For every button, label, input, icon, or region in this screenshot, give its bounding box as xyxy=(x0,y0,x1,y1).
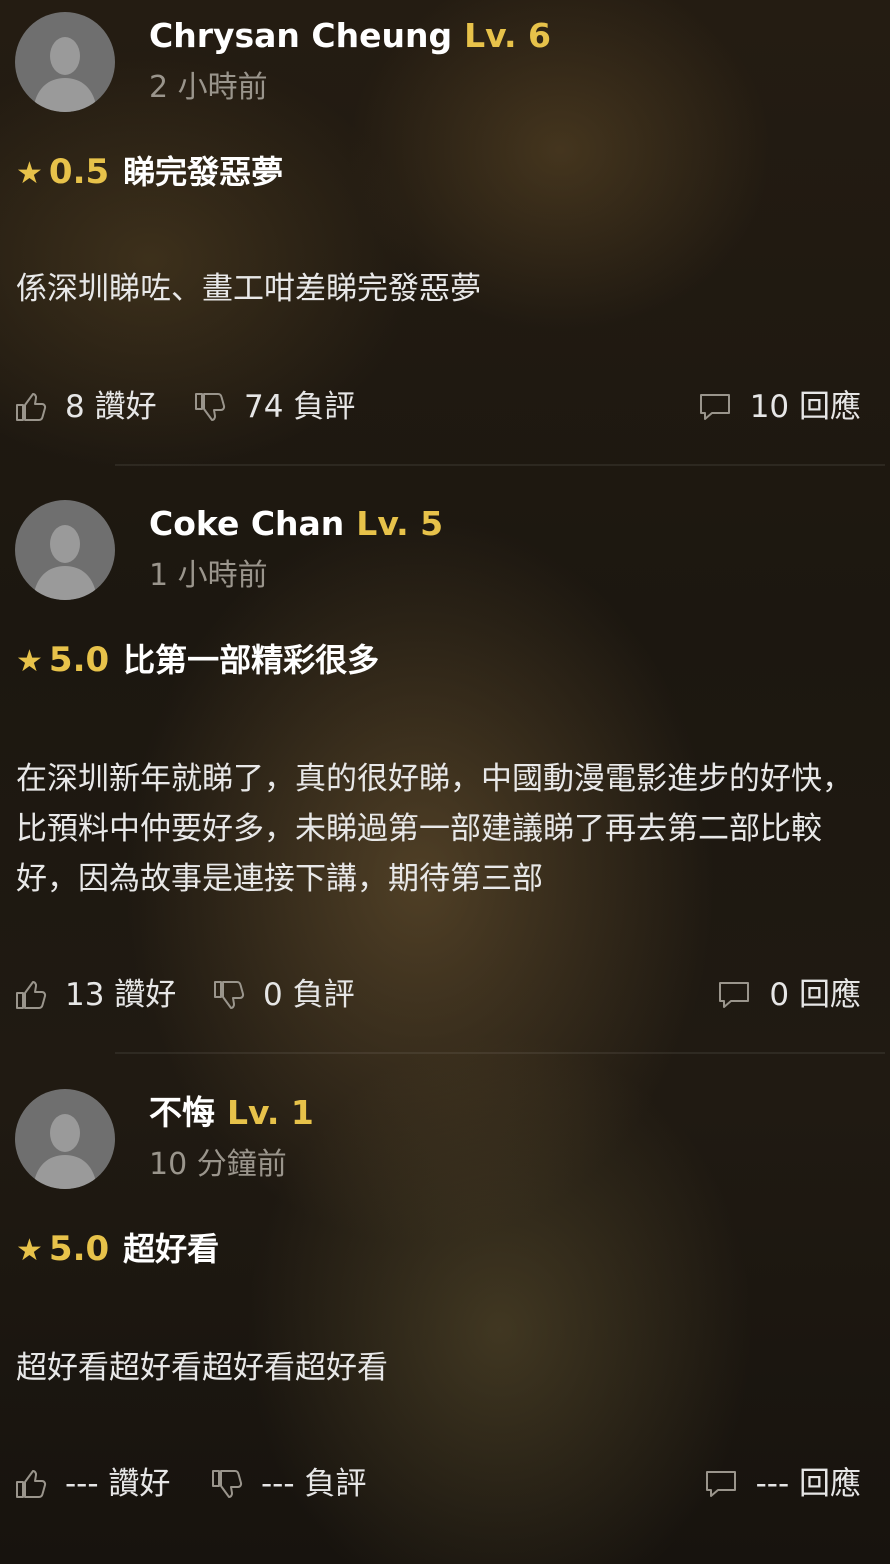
divider xyxy=(115,1052,885,1054)
user-level-badge: Lv. 1 xyxy=(227,1093,314,1132)
thumbs-down-icon xyxy=(214,981,245,1009)
like-button[interactable]: 8 讚好 xyxy=(15,385,157,429)
post-time: 1 小時前 xyxy=(149,558,268,593)
reply-count: 10 回應 xyxy=(749,389,861,425)
review-body[interactable]: 超好看超好看超好看超好看 xyxy=(16,1343,866,1393)
review-body[interactable]: 在深圳新年就睇了，真的很好睇，中國動漫電影進步的好快，比預料中仲要好多，未睇過第… xyxy=(16,754,866,904)
speech-bubble-icon xyxy=(699,394,730,420)
review-headline: 超好看 xyxy=(123,1230,220,1268)
avatar[interactable] xyxy=(15,12,115,112)
reply-button[interactable]: 0 回應 xyxy=(717,973,861,1017)
rating-line: ★ 5.0 比第一部精彩很多 xyxy=(16,638,379,684)
post-time: 2 小時前 xyxy=(149,70,268,105)
rating-score: 0.5 xyxy=(48,152,110,192)
user-name[interactable]: Chrysan Cheung xyxy=(149,16,452,55)
star-icon: ★ xyxy=(16,644,43,679)
like-count: 8 讚好 xyxy=(65,389,157,425)
review-headline: 比第一部精彩很多 xyxy=(123,641,380,679)
avatar[interactable] xyxy=(15,500,115,600)
reply-count: --- 回應 xyxy=(755,1466,861,1502)
review-actions: 13 讚好 0 負評 0 回應 xyxy=(0,973,890,1017)
user-level-badge: Lv. 5 xyxy=(356,504,444,543)
rating-score: 5.0 xyxy=(48,1229,110,1269)
review-headline: 睇完發惡夢 xyxy=(123,153,284,191)
user-line: Coke Chan Lv. 5 xyxy=(149,502,443,546)
rating-line: ★ 5.0 超好看 xyxy=(16,1227,219,1273)
dislike-count: 74 負評 xyxy=(244,389,356,425)
divider xyxy=(115,464,885,466)
default-avatar-icon xyxy=(33,1114,97,1189)
review-card: Chrysan Cheung Lv. 6 2 小時前 ★ 0.5 睇完發惡夢 係深圳睇… xyxy=(0,0,890,465)
dislike-button[interactable]: 0 負評 xyxy=(213,973,355,1017)
like-button[interactable]: 13 讚好 xyxy=(15,973,176,1017)
post-time: 10 分鐘前 xyxy=(149,1147,287,1182)
default-avatar-icon xyxy=(33,525,97,600)
like-button[interactable]: --- 讚好 xyxy=(15,1462,170,1506)
rating-score: 5.0 xyxy=(48,640,110,680)
dislike-button[interactable]: --- 負評 xyxy=(211,1462,366,1506)
star-icon: ★ xyxy=(16,1233,43,1268)
avatar[interactable] xyxy=(15,1089,115,1189)
user-line: Chrysan Cheung Lv. 6 xyxy=(149,14,551,58)
reply-count: 0 回應 xyxy=(769,977,861,1013)
user-name[interactable]: 不悔 xyxy=(149,1093,215,1132)
thumbs-up-icon xyxy=(16,981,47,1009)
user-name[interactable]: Coke Chan xyxy=(149,504,344,543)
review-body[interactable]: 係深圳睇咗、畫工咁差睇完發惡夢 xyxy=(16,264,866,314)
thumbs-down-icon xyxy=(195,393,226,421)
reply-button[interactable]: 10 回應 xyxy=(698,385,861,429)
thumbs-down-icon xyxy=(212,1470,243,1498)
review-card: 不悔 Lv. 1 10 分鐘前 ★ 5.0 超好看 超好看超好看超好看超好看 --- … xyxy=(0,1077,890,1564)
like-count: --- 讚好 xyxy=(65,1466,171,1502)
rating-line: ★ 0.5 睇完發惡夢 xyxy=(16,150,283,196)
dislike-button[interactable]: 74 負評 xyxy=(194,385,355,429)
user-line: 不悔 Lv. 1 xyxy=(149,1091,314,1135)
star-icon: ★ xyxy=(16,156,43,191)
thumbs-up-icon xyxy=(16,1470,47,1498)
review-actions: 8 讚好 74 負評 10 回應 xyxy=(0,385,890,429)
default-avatar-icon xyxy=(33,37,97,112)
like-count: 13 讚好 xyxy=(65,977,177,1013)
speech-bubble-icon xyxy=(719,982,750,1008)
thumbs-up-icon xyxy=(16,393,47,421)
review-card: Coke Chan Lv. 5 1 小時前 ★ 5.0 比第一部精彩很多 在深圳新年就… xyxy=(0,488,890,1053)
speech-bubble-icon xyxy=(705,1471,736,1497)
review-actions: --- 讚好 --- 負評 --- 回應 xyxy=(0,1462,890,1506)
dislike-count: --- 負評 xyxy=(261,1466,367,1502)
dislike-count: 0 負評 xyxy=(263,977,355,1013)
user-level-badge: Lv. 6 xyxy=(464,16,551,55)
reply-button[interactable]: --- 回應 xyxy=(704,1462,861,1506)
